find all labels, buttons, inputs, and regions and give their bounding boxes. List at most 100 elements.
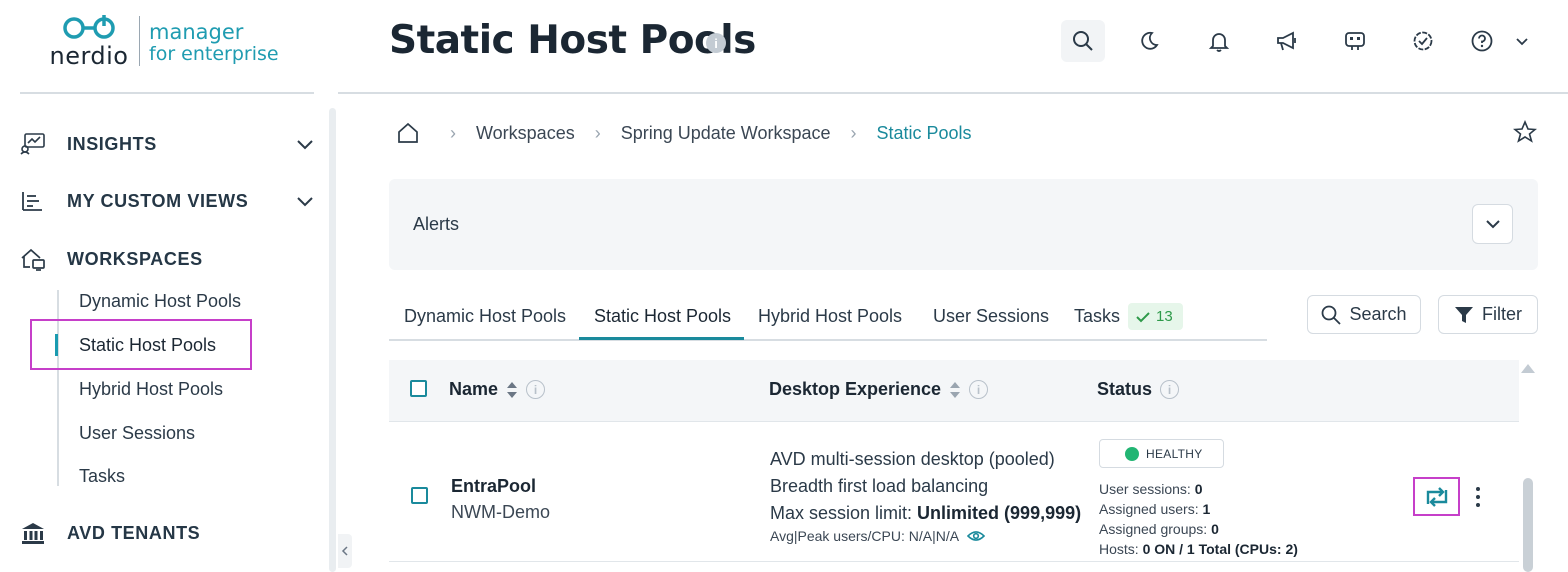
help-icon bbox=[1471, 30, 1493, 52]
chevron-down-icon[interactable] bbox=[294, 133, 316, 155]
sidebar-item-user-sessions[interactable]: User Sessions bbox=[79, 423, 195, 444]
sidebar: nerdio manager for enterprise INSIGHTS M… bbox=[0, 0, 338, 572]
column-header-name[interactable]: Name i bbox=[449, 379, 546, 400]
user-sessions-stat: User sessions: 0 bbox=[1099, 481, 1203, 497]
header-search-button[interactable] bbox=[1061, 20, 1105, 62]
tab-dynamic-host-pools[interactable]: Dynamic Host Pools bbox=[404, 306, 566, 327]
tab-hybrid-host-pools[interactable]: Hybrid Host Pools bbox=[758, 306, 902, 327]
breadcrumb-workspace[interactable]: Spring Update Workspace bbox=[621, 123, 831, 144]
stat-value: 0 bbox=[1194, 481, 1203, 497]
stat-label: Assigned groups: bbox=[1099, 521, 1208, 537]
max-session-value: Unlimited (999,999) bbox=[917, 503, 1082, 523]
logo-brand: nerdio bbox=[49, 42, 129, 70]
assistant-button[interactable] bbox=[1333, 20, 1377, 62]
help-menu-button[interactable] bbox=[1470, 20, 1540, 62]
load-balancing: Breadth first load balancing bbox=[770, 476, 989, 496]
breadcrumb-workspaces[interactable]: Workspaces bbox=[476, 123, 575, 144]
filter-button[interactable]: Filter bbox=[1438, 295, 1538, 334]
bank-icon bbox=[20, 521, 50, 545]
chevron-down-icon bbox=[1485, 220, 1500, 229]
eye-icon[interactable] bbox=[967, 530, 986, 542]
sort-icon[interactable] bbox=[506, 381, 518, 399]
search-button[interactable]: Search bbox=[1307, 295, 1421, 334]
host-pool-resource-group: NWM-Demo bbox=[451, 502, 550, 522]
info-icon[interactable]: i bbox=[706, 33, 726, 53]
assigned-groups-stat: Assigned groups: 0 bbox=[1099, 521, 1219, 537]
info-icon[interactable]: i bbox=[969, 380, 989, 399]
filter-button-label: Filter bbox=[1482, 304, 1522, 324]
stat-value: 0 bbox=[1211, 521, 1219, 537]
column-header-status: Status i bbox=[1097, 379, 1180, 400]
logo-divider bbox=[139, 16, 140, 66]
active-item-indicator bbox=[55, 334, 58, 356]
badge-check-icon bbox=[1413, 31, 1433, 51]
logo-mark: nerdio bbox=[48, 14, 130, 70]
host-pool-name[interactable]: EntraPool bbox=[451, 476, 536, 497]
more-options-icon[interactable] bbox=[1475, 487, 1481, 507]
search-icon bbox=[1073, 31, 1093, 51]
column-label: Status bbox=[1097, 379, 1153, 399]
tasks-count: 13 bbox=[1156, 308, 1173, 325]
sidebar-section-custom-views[interactable]: MY CUSTOM VIEWS bbox=[20, 186, 316, 216]
status-badge: HEALTHY bbox=[1099, 439, 1224, 468]
custom-views-icon bbox=[20, 189, 50, 213]
bell-icon bbox=[1208, 33, 1230, 52]
select-all-checkbox[interactable] bbox=[410, 380, 427, 397]
healthy-dot-icon bbox=[1125, 446, 1139, 461]
chevron-down-icon bbox=[1516, 38, 1528, 46]
row-checkbox[interactable] bbox=[411, 487, 428, 504]
column-label: Name bbox=[449, 379, 499, 399]
stat-label: Assigned users: bbox=[1099, 501, 1199, 517]
logo-power-icon bbox=[63, 15, 115, 39]
scroll-up-arrow-icon[interactable] bbox=[1521, 364, 1535, 373]
logo-line-1: manager bbox=[149, 20, 244, 44]
avg-peak-users: Avg|Peak users/CPU: N/A|N/A bbox=[770, 528, 986, 544]
sort-icon[interactable] bbox=[949, 381, 961, 399]
alerts-expand-button[interactable] bbox=[1472, 204, 1513, 244]
sidebar-section-label: WORKSPACES bbox=[67, 248, 203, 269]
stat-label: Hosts: bbox=[1099, 541, 1139, 557]
sidebar-section-label: AVD TENANTS bbox=[67, 522, 201, 543]
sidebar-item-hybrid-host-pools[interactable]: Hybrid Host Pools bbox=[79, 379, 223, 400]
logo-tagline: manager for enterprise bbox=[149, 21, 279, 65]
sync-icon bbox=[1426, 486, 1447, 507]
sidebar-item-static-host-pools[interactable]: Static Host Pools bbox=[79, 335, 216, 356]
check-icon bbox=[1136, 311, 1150, 322]
sidebar-scrollbar[interactable] bbox=[329, 108, 336, 572]
insights-icon bbox=[20, 132, 50, 156]
notifications-button[interactable] bbox=[1197, 20, 1241, 62]
table-scrollbar[interactable] bbox=[1523, 478, 1533, 572]
tab-tasks[interactable]: Tasks bbox=[1074, 306, 1120, 327]
status-text: HEALTHY bbox=[1146, 446, 1203, 461]
tab-bar: Dynamic Host Pools Static Host Pools Hyb… bbox=[389, 296, 1267, 341]
logo-line-2: for enterprise bbox=[149, 43, 279, 65]
sidebar-section-insights[interactable]: INSIGHTS bbox=[20, 129, 316, 159]
page-title: Static Host Pools bbox=[389, 18, 756, 63]
tab-user-sessions[interactable]: User Sessions bbox=[933, 306, 1049, 327]
column-header-desktop-experience[interactable]: Desktop Experience i bbox=[769, 379, 989, 400]
theme-toggle-button[interactable] bbox=[1127, 20, 1171, 62]
star-icon[interactable] bbox=[1513, 120, 1537, 144]
stat-value: 0 ON / 1 Total (CPUs: 2) bbox=[1142, 541, 1298, 557]
sidebar-item-tasks[interactable]: Tasks bbox=[79, 466, 125, 487]
header-divider bbox=[338, 92, 1568, 94]
announcements-button[interactable] bbox=[1265, 20, 1309, 62]
tab-static-host-pools[interactable]: Static Host Pools bbox=[594, 306, 731, 327]
search-icon bbox=[1322, 305, 1342, 325]
stat-label: User sessions: bbox=[1099, 481, 1191, 497]
sidebar-item-dynamic-host-pools[interactable]: Dynamic Host Pools bbox=[79, 291, 241, 312]
nerdio-logo[interactable]: nerdio manager for enterprise bbox=[48, 14, 279, 70]
assigned-users-stat: Assigned users: 1 bbox=[1099, 501, 1210, 517]
chevron-down-icon[interactable] bbox=[294, 190, 316, 212]
info-icon[interactable]: i bbox=[1160, 380, 1180, 399]
home-icon[interactable] bbox=[396, 122, 420, 144]
chevron-left-icon bbox=[341, 546, 348, 556]
sync-button[interactable] bbox=[1413, 477, 1460, 516]
sidebar-section-avd-tenants[interactable]: AVD TENANTS bbox=[20, 518, 316, 548]
sidebar-section-workspaces[interactable]: WORKSPACES bbox=[20, 244, 316, 274]
collapse-sidebar-button[interactable] bbox=[338, 534, 352, 568]
info-icon[interactable]: i bbox=[526, 380, 546, 399]
breadcrumb-current: Static Pools bbox=[876, 122, 972, 143]
verified-button[interactable] bbox=[1401, 20, 1445, 62]
sidebar-divider bbox=[20, 92, 314, 94]
